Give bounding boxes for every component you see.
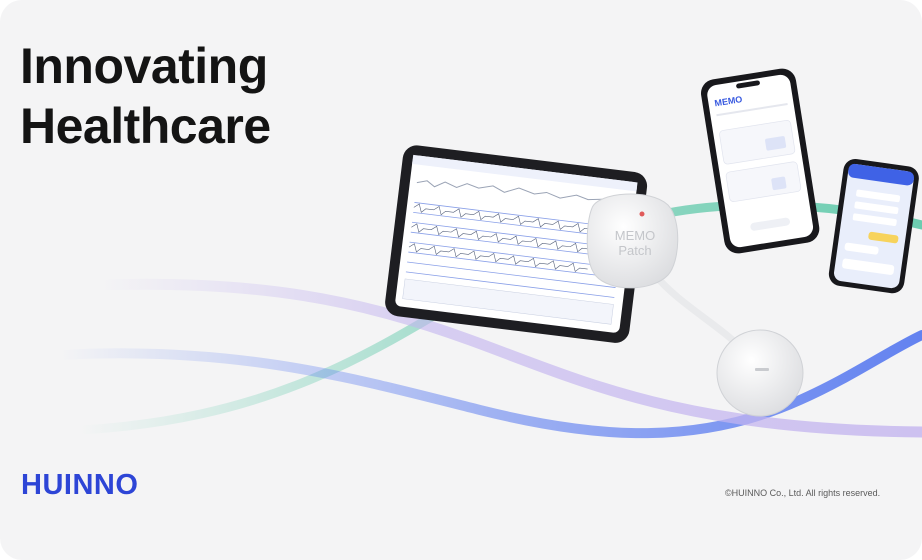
memo-patch-device: MEMO Patch: [586, 193, 679, 289]
banner-card: Innovating Healthcare MEMO Patch MEMO HU…: [0, 0, 922, 560]
copyright-notice: ©HUINNO Co., Ltd. All rights reserved.: [725, 488, 881, 498]
smartphone-device: MEMO: [700, 68, 820, 254]
patch-label-line-1: MEMO: [615, 228, 655, 243]
brand-logo: HUINNO: [21, 469, 139, 501]
smartphone-device: [828, 159, 919, 294]
round-sensor-device: [716, 329, 804, 417]
patch-label-line-2: Patch: [618, 243, 651, 258]
